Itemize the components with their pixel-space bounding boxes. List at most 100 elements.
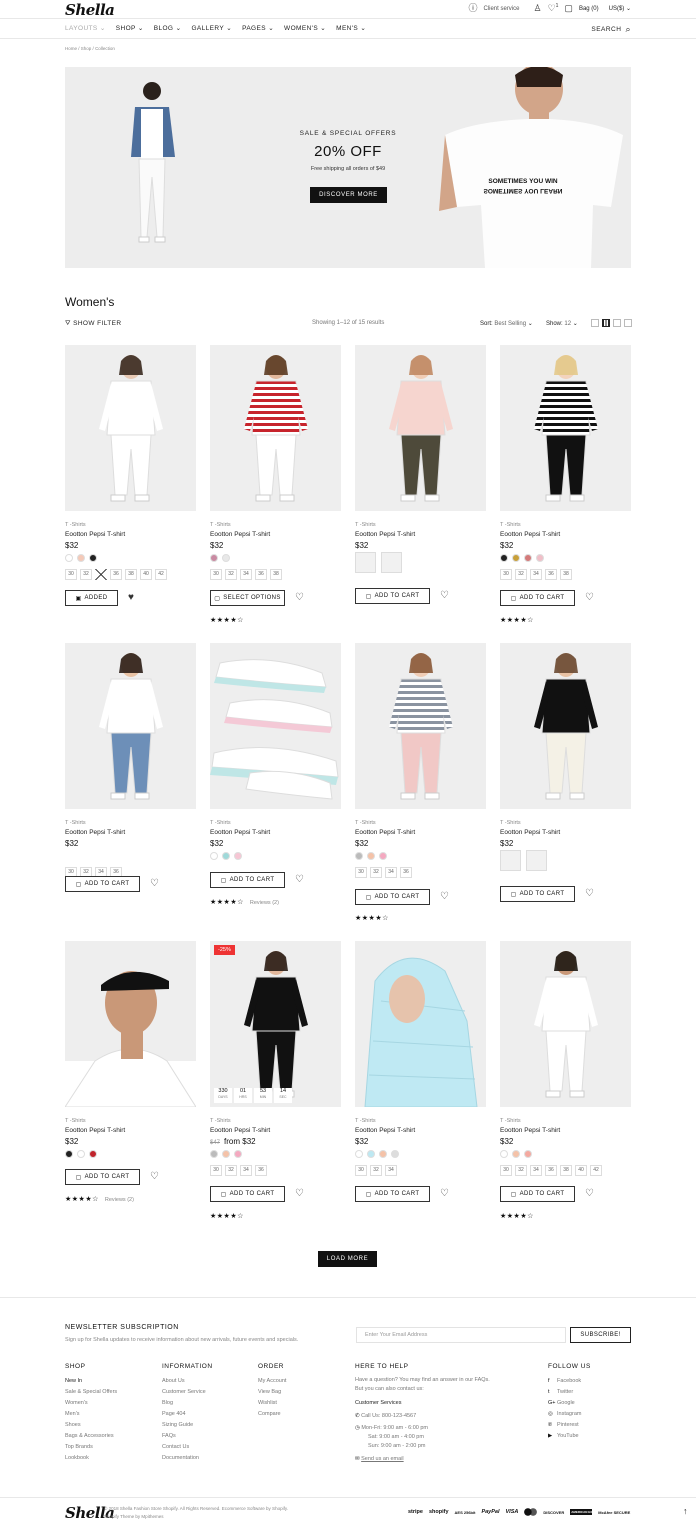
color-swatch[interactable] xyxy=(524,1150,532,1158)
bag-icon[interactable]: ▢ xyxy=(564,4,573,13)
product-category[interactable]: T -Shirts xyxy=(210,522,231,528)
size-option[interactable]: 36 xyxy=(545,1165,557,1176)
color-swatch[interactable] xyxy=(77,1150,85,1158)
color-swatch[interactable] xyxy=(222,554,230,562)
size-option[interactable]: 32 xyxy=(225,1165,237,1176)
product-card[interactable]: T -Shirts Eootton Pepsi T-shirt $32 30 32 36 3… xyxy=(65,345,196,645)
color-swatch[interactable] xyxy=(524,554,532,562)
product-image[interactable] xyxy=(65,643,196,809)
wishlist-icon[interactable]: ♡ xyxy=(440,1189,449,1199)
variant-thumbnail[interactable] xyxy=(381,552,402,573)
grid-6-icon[interactable] xyxy=(613,319,621,327)
product-image[interactable] xyxy=(355,643,486,809)
color-swatch[interactable] xyxy=(536,554,544,562)
subscribe-button[interactable]: SUBSCRIBE! xyxy=(570,1327,631,1343)
add-to-cart-button[interactable]: ▢ ADD TO CART xyxy=(500,590,575,606)
logo[interactable]: Shella xyxy=(65,1,115,19)
product-image[interactable] xyxy=(500,345,631,511)
footer-link[interactable]: Blog xyxy=(162,1398,206,1409)
product-image[interactable] xyxy=(500,941,631,1107)
product-title[interactable]: Eootton Pepsi T-shirt xyxy=(65,1127,125,1134)
product-category[interactable]: T -Shirts xyxy=(210,1118,231,1124)
product-category[interactable]: T -Shirts xyxy=(500,1118,521,1124)
wishlist-icon[interactable]: ♡ xyxy=(295,593,304,603)
footer-link[interactable]: My Account xyxy=(258,1376,286,1387)
footer-link[interactable]: Lookbook xyxy=(65,1453,117,1464)
add-to-cart-button[interactable]: ▢ ADD TO CART xyxy=(210,1186,285,1202)
footer-link[interactable]: FAQs xyxy=(162,1431,206,1442)
product-title[interactable]: Eootton Pepsi T-shirt xyxy=(500,829,560,836)
size-option[interactable]: 38 xyxy=(560,569,572,580)
wishlist-icon[interactable]: ♥ xyxy=(128,593,134,603)
size-option[interactable]: 30 xyxy=(355,1165,367,1176)
social-facebook[interactable]: f Facebook xyxy=(548,1376,581,1387)
product-category[interactable]: T -Shirts xyxy=(355,1118,376,1124)
product-card[interactable]: T -Shirts Eootton Pepsi T-shirt $32 ▢ ADD TO… xyxy=(355,345,486,645)
size-option[interactable]: 30 xyxy=(500,569,512,580)
wishlist-icon[interactable]: ♡ xyxy=(585,1189,594,1199)
wishlist-icon[interactable]: ♡ xyxy=(585,593,594,603)
product-card[interactable]: T -Shirts Eootton Pepsi T-shirt $32 30 32 34 ▢… xyxy=(355,941,486,1241)
product-category[interactable]: T -Shirts xyxy=(500,820,521,826)
add-to-cart-button[interactable]: ▢ SELECT OPTIONS xyxy=(210,590,285,606)
size-option[interactable]: 38 xyxy=(560,1165,572,1176)
size-option[interactable]: 34 xyxy=(240,569,252,580)
email-link[interactable]: Send us an email xyxy=(361,1456,404,1462)
footer-link[interactable]: Documentation xyxy=(162,1453,206,1464)
color-swatch[interactable] xyxy=(500,554,508,562)
nav-item-blog[interactable]: BLOG ⌄ xyxy=(154,24,182,32)
footer-link[interactable]: Top Brands xyxy=(65,1442,117,1453)
social-youtube[interactable]: ▶ YouTube xyxy=(548,1431,581,1442)
color-swatch[interactable] xyxy=(379,1150,387,1158)
product-category[interactable]: T -Shirts xyxy=(65,820,86,826)
product-title[interactable]: Eootton Pepsi T-shirt xyxy=(355,1127,415,1134)
product-card[interactable]: T -Shirts Eootton Pepsi T-shirt $32 30 32 34 3… xyxy=(355,643,486,943)
color-swatch[interactable] xyxy=(512,554,520,562)
product-card[interactable]: T -Shirts Eootton Pepsi T-shirt $32 30 32 34 3… xyxy=(65,643,196,943)
product-image[interactable] xyxy=(210,643,341,809)
product-image[interactable] xyxy=(65,345,196,511)
footer-link[interactable]: New In xyxy=(65,1376,117,1387)
show-select[interactable]: Show: 12 ⌄ xyxy=(546,320,578,327)
footer-link[interactable]: About Us xyxy=(162,1376,206,1387)
product-card[interactable]: T -Shirts Eootton Pepsi T-shirt $32 30 32 34 3… xyxy=(210,345,341,645)
color-swatch[interactable] xyxy=(89,1150,97,1158)
color-swatch[interactable] xyxy=(234,1150,242,1158)
footer-link[interactable]: Women's xyxy=(65,1398,117,1409)
size-option[interactable]: 36 xyxy=(255,1165,267,1176)
size-option[interactable]: 34 xyxy=(240,1165,252,1176)
nav-item-womens[interactable]: WOMEN'S ⌄ xyxy=(284,24,326,32)
size-option[interactable]: 32 xyxy=(515,569,527,580)
wishlist-icon[interactable]: ♡ xyxy=(295,875,304,885)
product-title[interactable]: Eootton Pepsi T-shirt xyxy=(210,1127,270,1134)
size-option[interactable]: 38 xyxy=(270,569,282,580)
size-option[interactable]: 42 xyxy=(155,569,167,580)
color-swatch[interactable] xyxy=(210,1150,218,1158)
social-google[interactable]: G+ Google xyxy=(548,1398,581,1409)
footer-link[interactable]: Shoes xyxy=(65,1420,117,1431)
color-swatch[interactable] xyxy=(391,1150,399,1158)
wishlist-icon[interactable]: ♡1 xyxy=(548,4,559,13)
product-category[interactable]: T -Shirts xyxy=(210,820,231,826)
color-swatch[interactable] xyxy=(500,1150,508,1158)
size-option[interactable]: 30 xyxy=(210,569,222,580)
promo-banner[interactable]: SALE & SPECIAL OFFERS 20% OFF Free shipp… xyxy=(65,67,631,268)
size-option[interactable]: 30 xyxy=(500,1165,512,1176)
size-option[interactable]: 40 xyxy=(140,569,152,580)
reviews-count[interactable]: Reviews (2) xyxy=(250,900,279,906)
size-option[interactable]: 36 xyxy=(255,569,267,580)
color-swatch[interactable] xyxy=(89,554,97,562)
color-swatch[interactable] xyxy=(367,852,375,860)
variant-thumbnail[interactable] xyxy=(526,850,547,871)
email-input[interactable]: Enter Your Email Address xyxy=(356,1327,566,1343)
color-swatch[interactable] xyxy=(222,1150,230,1158)
size-option[interactable]: 36 xyxy=(400,867,412,878)
product-image[interactable] xyxy=(210,345,341,511)
product-card[interactable]: T -Shirts Eootton Pepsi T-shirt $32 30 32 34 3… xyxy=(500,345,631,645)
social-instagram[interactable]: ◎ Instagram xyxy=(548,1409,581,1420)
product-title[interactable]: Eootton Pepsi T-shirt xyxy=(355,531,415,538)
size-option[interactable]: 40 xyxy=(575,1165,587,1176)
color-swatch[interactable] xyxy=(77,554,85,562)
footer-link[interactable]: Customer Service xyxy=(162,1387,206,1398)
size-option[interactable]: 32 xyxy=(370,867,382,878)
